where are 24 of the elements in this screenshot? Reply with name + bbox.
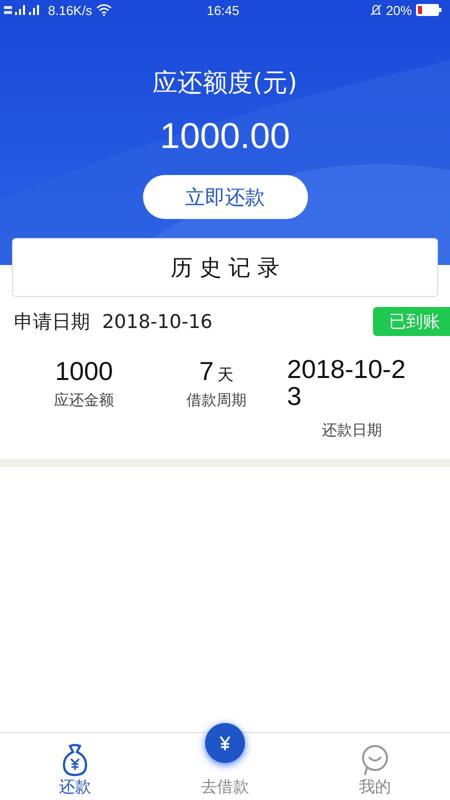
- tab-item[interactable]: 我的: [315, 743, 435, 798]
- money-bag-icon: [60, 743, 90, 777]
- status-tag: 已到账: [373, 307, 450, 336]
- stat-label: 借款周期: [186, 391, 246, 410]
- repay-now-button[interactable]: 立即还款: [142, 175, 308, 219]
- apply-date: 申请日期 2018-10-16: [14, 310, 212, 334]
- history-header: 历 史 记 录: [12, 238, 438, 297]
- muted-bell-icon: [370, 4, 382, 16]
- stat-label: 应还金额: [54, 391, 114, 410]
- battery-icon: [416, 4, 442, 16]
- clock-time: 16:45: [206, 2, 240, 18]
- amount-due: 1000.00: [160, 115, 290, 157]
- stat-value: 1000: [55, 356, 113, 387]
- stat-value: 2018-10-23: [287, 356, 407, 411]
- network-speed: 8.16K/s: [48, 2, 92, 18]
- stat-value: 7 天: [199, 356, 234, 387]
- wifi-icon: [96, 4, 112, 16]
- smiley-bubble-icon: [360, 743, 390, 777]
- battery-percent: 20%: [386, 2, 412, 18]
- tab-item[interactable]: 去借款: [165, 723, 285, 798]
- amount-title: 应还额度(元): [152, 67, 298, 99]
- yuan-circle-icon: [205, 723, 245, 763]
- tab-item[interactable]: 还款: [15, 743, 135, 798]
- stat-label: 还款日期: [322, 420, 382, 440]
